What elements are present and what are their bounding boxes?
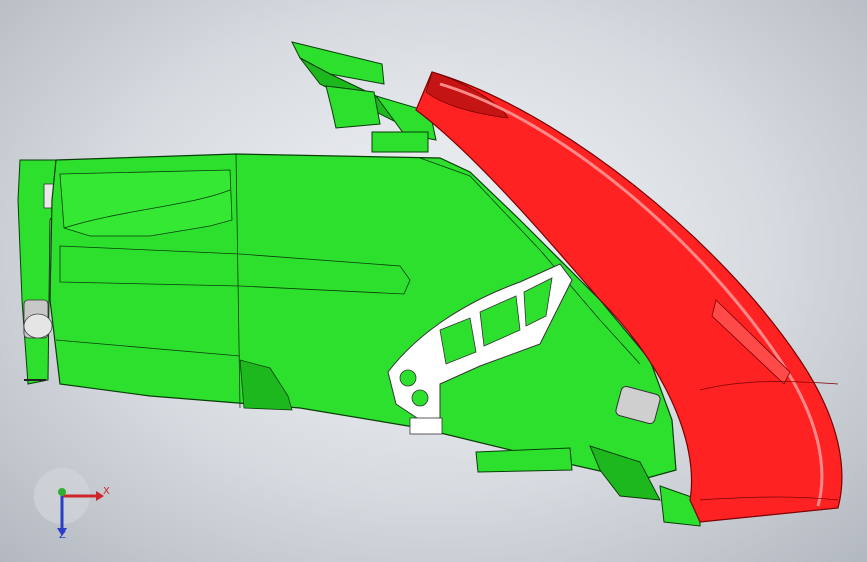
top-mounting-bracket xyxy=(291,41,437,153)
tail-lamp-3d-model[interactable] xyxy=(0,0,867,562)
triad-y-axis-dot xyxy=(58,488,66,496)
cad-graphics-viewport[interactable]: X Z xyxy=(0,0,867,562)
triad-x-label: X xyxy=(103,486,110,497)
triad-z-label: Z xyxy=(59,530,66,541)
coordinate-triad xyxy=(34,468,104,536)
